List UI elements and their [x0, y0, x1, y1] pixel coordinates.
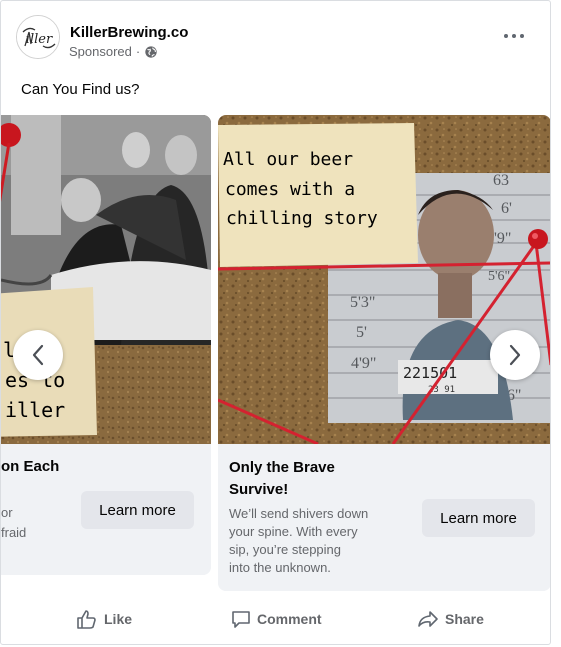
like-button[interactable]: Like	[76, 609, 132, 629]
sponsored-meta: Sponsored ·	[69, 44, 158, 59]
height-marker: 5'3"	[350, 294, 375, 311]
chevron-right-icon	[509, 344, 521, 366]
chevron-left-icon	[32, 344, 44, 366]
card-description-line: sip, you’re stepping	[229, 542, 342, 557]
post-actions: Like Comment Share	[1, 601, 550, 641]
card-description-line: fraid	[1, 525, 27, 540]
share-icon	[418, 611, 438, 627]
card-title-line: Only the Brave	[229, 459, 335, 476]
share-label: Share	[445, 611, 484, 627]
height-marker: 5'	[356, 324, 367, 341]
card-title: on Each	[1, 458, 60, 475]
card-description-line: your spine. With every	[229, 524, 358, 539]
page-name[interactable]: KillerBrewing.co	[70, 24, 188, 41]
card-description-line: or	[1, 505, 13, 520]
globe-icon	[145, 45, 157, 58]
sponsored-post: iller KillerBrewing.co Sponsored · Can Y…	[0, 0, 551, 645]
thumbs-up-icon	[77, 610, 96, 629]
height-marker: 6'	[501, 200, 512, 217]
more-options-button[interactable]	[501, 27, 527, 45]
note-line: All our beer	[223, 149, 353, 170]
post-caption: Can You Find us?	[21, 81, 140, 98]
sponsored-label[interactable]: Sponsored	[69, 44, 132, 59]
note-line: iller	[5, 398, 65, 422]
card-image: l e es to iller	[1, 115, 211, 444]
carousel-next-button[interactable]	[490, 330, 540, 380]
like-label: Like	[104, 611, 133, 627]
note-line: chilling story	[226, 208, 378, 229]
carousel-prev-button[interactable]	[13, 330, 63, 380]
comment-label: Comment	[257, 611, 322, 627]
learn-more-button[interactable]: Learn more	[422, 499, 535, 537]
card-description-line: We’ll send shivers down	[229, 506, 369, 521]
learn-more-button[interactable]: Learn more	[81, 491, 194, 529]
share-button[interactable]: Share	[417, 609, 484, 629]
height-marker: 4'9"	[351, 355, 376, 372]
card-description-line: into the unknown.	[229, 560, 331, 575]
mugshot-corkboard-image: 63 6' 5'9" 5'3" 5' 4'9" 4'6" 2	[218, 115, 550, 444]
ad-carousel[interactable]: l e es to iller on Each or fraid Learn m…	[1, 115, 550, 593]
height-marker: 63	[493, 172, 509, 189]
note-line: comes with a	[225, 179, 355, 200]
comment-icon	[232, 611, 250, 628]
comment-button[interactable]: Comment	[231, 609, 322, 629]
card-image: 63 6' 5'9" 5'3" 5' 4'9" 4'6" 2	[218, 115, 550, 444]
card-body: Only the Brave Survive! We’ll send shive…	[218, 444, 550, 591]
card-body: on Each or fraid Learn more	[1, 444, 211, 575]
page-avatar[interactable]: iller	[16, 15, 60, 59]
brand-logo: iller	[17, 16, 59, 58]
card-title-line: Survive!	[229, 481, 289, 498]
crime-scene-photo: l e es to iller	[1, 115, 211, 444]
